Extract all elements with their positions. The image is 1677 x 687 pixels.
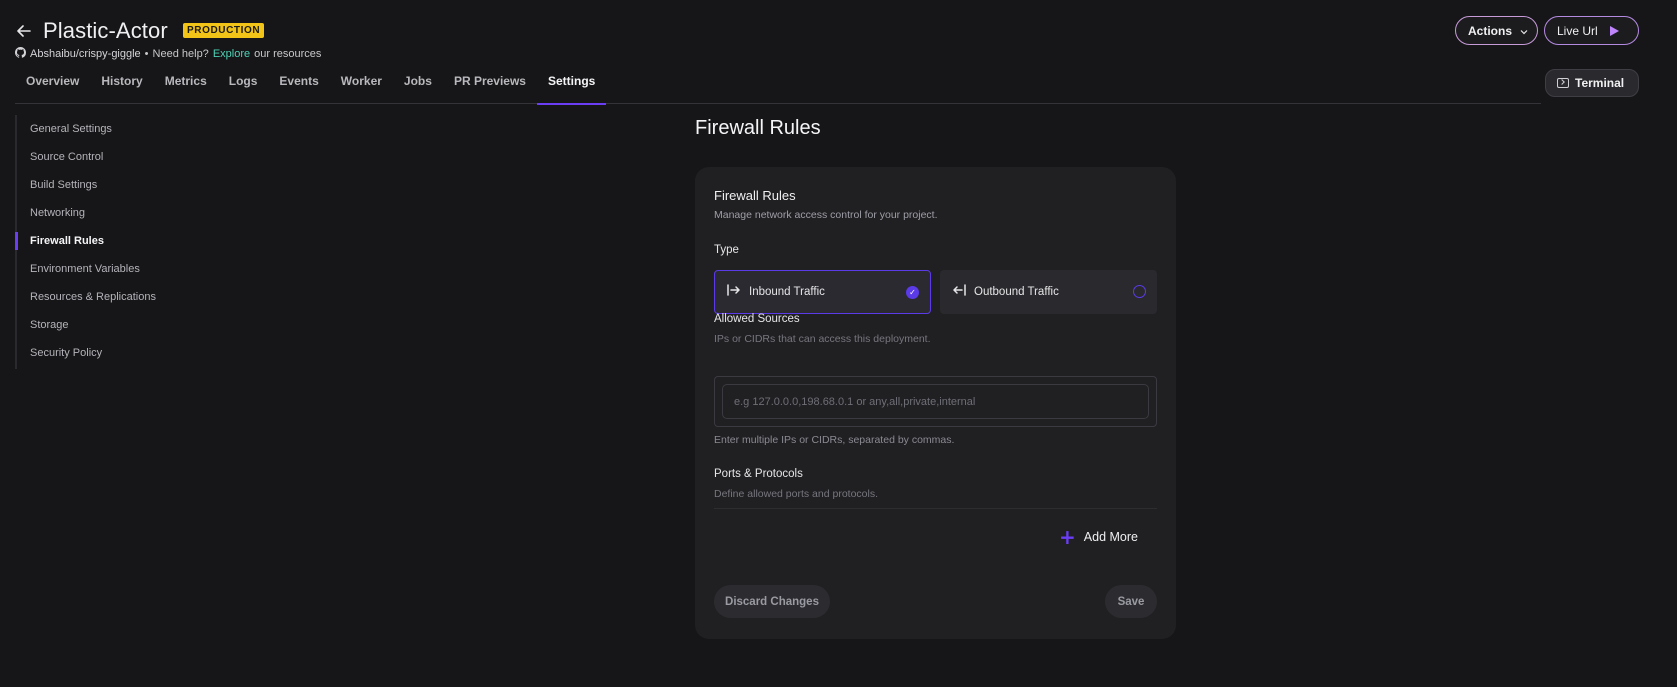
actions-button[interactable]: Actions (1455, 16, 1538, 45)
sidebar-item-source-control[interactable]: Source Control (17, 143, 175, 171)
tab-settings[interactable]: Settings (536, 66, 607, 105)
tab-logs[interactable]: Logs (218, 66, 269, 104)
environment-badge: PRODUCTION (183, 23, 265, 38)
ports-protocols-label: Ports & Protocols (714, 468, 803, 480)
github-icon (15, 47, 27, 61)
header-actions: Actions Live Url (1455, 16, 1639, 45)
tab-history[interactable]: History (90, 66, 153, 104)
actions-label: Actions (1468, 23, 1513, 38)
card-title: Firewall Rules (714, 188, 796, 203)
live-url-label: Live Url (1557, 23, 1598, 38)
ports-protocols-description: Define allowed ports and protocols. (714, 488, 879, 500)
page-title: Firewall Rules (695, 117, 821, 139)
help-prefix: Need help? (152, 48, 209, 60)
check-circle-icon: ✓ (906, 286, 919, 299)
back-arrow-icon[interactable] (15, 20, 33, 42)
sidebar-item-general-settings[interactable]: General Settings (17, 115, 175, 143)
settings-sidebar: General Settings Source Control Build Se… (15, 115, 175, 369)
add-more-label: Add More (1083, 530, 1138, 544)
terminal-button[interactable]: Terminal (1545, 69, 1639, 97)
firewall-rules-card: Firewall Rules Manage network access con… (695, 167, 1176, 639)
card-description: Manage network access control for your p… (714, 209, 938, 221)
page-header: Plastic-Actor PRODUCTION Abshaibu/crispy… (15, 16, 1677, 60)
allowed-sources-hint: Enter multiple IPs or CIDRs, separated b… (714, 434, 955, 446)
explore-link[interactable]: Explore (213, 48, 250, 60)
allowed-sources-input[interactable] (722, 384, 1149, 419)
inbound-traffic-option[interactable]: Inbound Traffic ✓ (714, 270, 931, 314)
sidebar-item-environment-variables[interactable]: Environment Variables (17, 255, 175, 283)
tab-jobs[interactable]: Jobs (393, 66, 443, 104)
tab-metrics[interactable]: Metrics (154, 66, 218, 104)
allowed-sources-description: IPs or CIDRs that can access this deploy… (714, 333, 931, 345)
sidebar-item-networking[interactable]: Networking (17, 199, 175, 227)
help-suffix: our resources (254, 48, 322, 60)
outbound-traffic-option[interactable]: Outbound Traffic (940, 270, 1157, 314)
separator-dot: • (144, 48, 149, 60)
sidebar-item-security-policy[interactable]: Security Policy (17, 339, 175, 367)
page-title-app: Plastic-Actor (43, 18, 168, 43)
radio-circle-icon (1133, 285, 1146, 298)
add-more-button[interactable]: + Add More (1059, 525, 1138, 549)
sidebar-item-build-settings[interactable]: Build Settings (17, 171, 175, 199)
live-url-button[interactable]: Live Url (1544, 16, 1639, 45)
tab-worker[interactable]: Worker (330, 66, 393, 104)
divider (714, 508, 1157, 509)
discard-changes-button[interactable]: Discard Changes (714, 585, 830, 618)
terminal-icon (1557, 78, 1569, 88)
tab-overview[interactable]: Overview (15, 66, 90, 104)
plus-icon: + (1059, 525, 1076, 549)
project-subline: Abshaibu/crispy-giggle • Need help? Expl… (15, 47, 321, 61)
chevron-down-icon (1520, 24, 1528, 38)
sidebar-item-firewall-rules[interactable]: Firewall Rules (15, 227, 175, 255)
outbound-traffic-label: Outbound Traffic (974, 286, 1059, 298)
sidebar-item-resources-replications[interactable]: Resources & Replications (17, 283, 175, 311)
play-icon (1609, 25, 1619, 36)
allowed-sources-label: Allowed Sources (714, 313, 800, 325)
inbound-traffic-label: Inbound Traffic (749, 286, 825, 298)
repo-link[interactable]: Abshaibu/crispy-giggle (30, 48, 141, 60)
main-tabs: Overview History Metrics Logs Events Wor… (15, 66, 1541, 105)
save-button[interactable]: Save (1105, 585, 1157, 618)
tab-events[interactable]: Events (268, 66, 329, 104)
tab-pr-previews[interactable]: PR Previews (443, 66, 537, 104)
allowed-sources-field (714, 376, 1157, 427)
sidebar-item-storage[interactable]: Storage (17, 311, 175, 339)
inbound-arrow-icon (727, 284, 741, 300)
terminal-label: Terminal (1575, 76, 1625, 90)
outbound-arrow-icon (952, 284, 966, 300)
type-label: Type (714, 244, 739, 256)
